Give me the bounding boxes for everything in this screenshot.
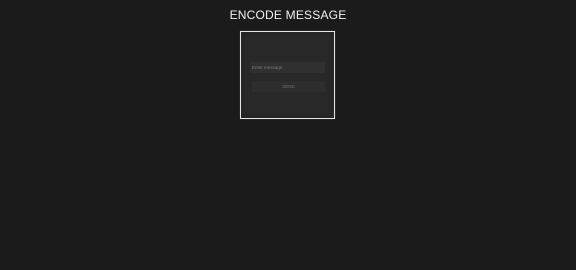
encode-form-card: SEND <box>240 31 335 119</box>
page: ENCODE MESSAGE SEND <box>0 0 576 270</box>
send-button[interactable]: SEND <box>252 81 325 92</box>
message-input[interactable] <box>250 62 325 73</box>
encode-form-panel <box>244 35 331 115</box>
page-title: ENCODE MESSAGE <box>229 8 347 22</box>
